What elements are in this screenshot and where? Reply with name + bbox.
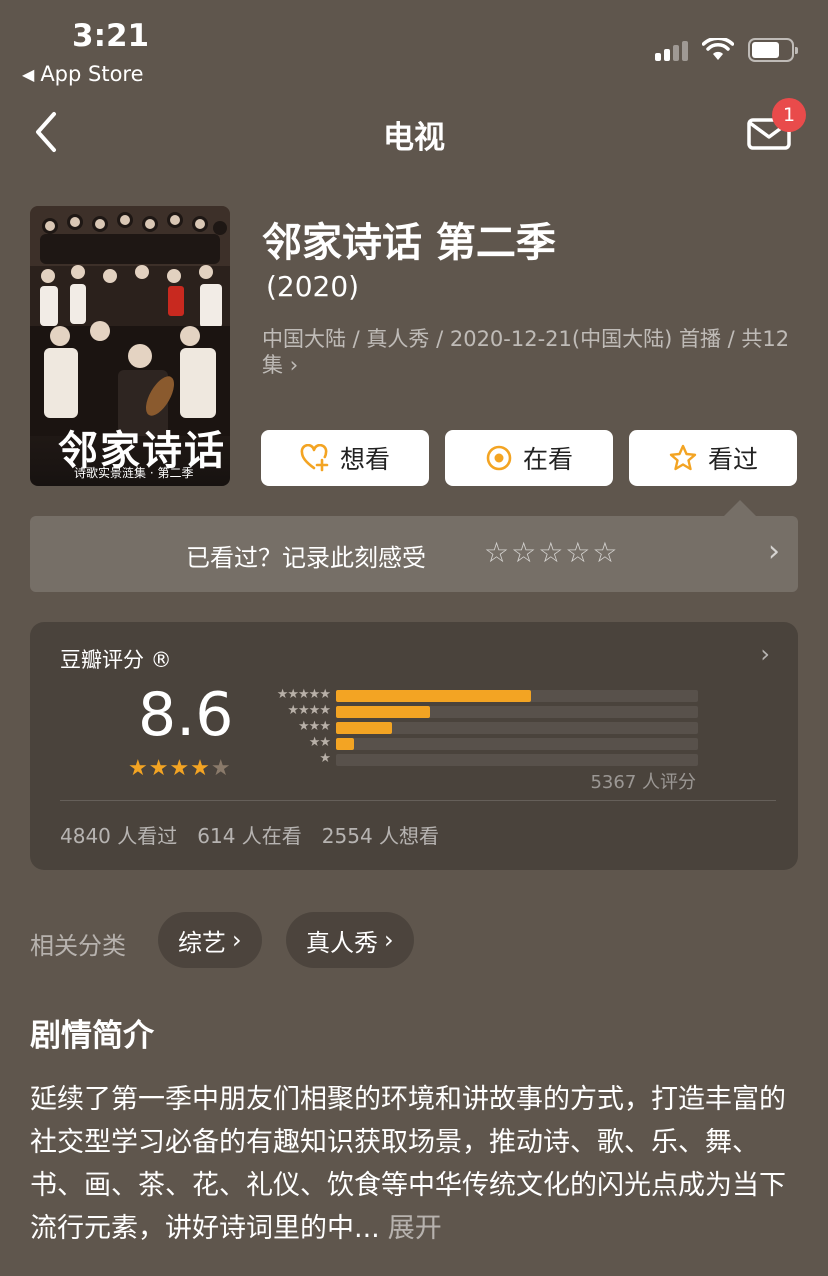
tag-label: 真人秀 [306, 928, 378, 957]
score-label: 豆瓣评分 ® [60, 648, 172, 672]
heart-plus-icon [300, 444, 329, 472]
back-to-app-link[interactable]: ◀ App Store [22, 62, 144, 86]
target-circle-icon [486, 445, 512, 471]
cellular-signal-icon [655, 39, 688, 61]
douban-score-card[interactable]: 豆瓣评分 ® › 8.6 ★★★★★ ★★★★★ ★★★★ ★★★ ★★ ★ 5… [30, 622, 798, 870]
divider [60, 800, 776, 801]
watch-stats: 4840 人看过 614 人在看 2554 人想看 [60, 820, 439, 849]
dist-track-5 [336, 690, 698, 702]
watched-count: 4840 人看过 [60, 824, 178, 848]
watched-button[interactable]: 看过 [629, 430, 797, 486]
rate-stars[interactable]: ☆☆☆☆☆ [484, 536, 620, 569]
score-stars: ★★★★★ [128, 756, 232, 781]
wifi-icon [702, 38, 734, 60]
dist-stars-2: ★★ [308, 735, 331, 750]
want-to-watch-label: 想看 [339, 445, 390, 474]
mail-badge: 1 [772, 98, 806, 132]
chevron-right-icon: › [768, 534, 780, 569]
show-poster[interactable]: 邻家诗话 诗歌实景涟集 · 第二季 [30, 206, 230, 486]
dist-stars-3: ★★★ [298, 719, 331, 734]
synopsis-text: 延续了第一季中朋友们相聚的环境和讲故事的方式，打造丰富的社交型学习必备的有趣知识… [30, 1078, 800, 1250]
category-tag-variety[interactable]: 综艺 › [158, 912, 262, 968]
dist-row-3: ★★★ [256, 719, 698, 734]
status-time: 3:21 [72, 18, 150, 54]
dist-fill-4 [336, 706, 431, 718]
status-indicators [655, 38, 798, 62]
dist-fill-2 [336, 738, 355, 750]
watching-count: 614 人在看 [197, 824, 302, 848]
dist-stars-5: ★★★★★ [276, 687, 331, 702]
poster-subtitle: 诗歌实景涟集 · 第二季 [74, 466, 194, 480]
back-app-label: App Store [40, 62, 144, 86]
rate-prompt-bar[interactable]: 已看过？记录此刻感受 ☆☆☆☆☆ › [30, 500, 798, 592]
dist-track-4 [336, 706, 698, 718]
battery-icon [748, 38, 798, 62]
nav-bar: 电视 1 [0, 98, 828, 164]
back-triangle-icon: ◀ [22, 64, 35, 84]
dist-row-5: ★★★★★ [256, 687, 698, 702]
dist-row-2: ★★ [256, 735, 698, 750]
dist-track-2 [336, 738, 698, 750]
chevron-right-icon: › [232, 926, 242, 954]
score-value: 8.6 [138, 680, 234, 750]
dist-track-3 [336, 722, 698, 734]
score-full-stars: ★★★★ [128, 756, 211, 781]
page-title: 电视 [383, 120, 445, 156]
rate-prompt-text: 已看过？记录此刻感受 [186, 544, 426, 572]
watched-label: 看过 [707, 445, 758, 474]
chevron-right-icon: › [384, 926, 394, 954]
synopsis-title: 剧情简介 [30, 1018, 154, 1054]
show-title: 邻家诗话 第二季 [262, 220, 556, 266]
show-meta-link[interactable]: 中国大陆 / 真人秀 / 2020-12-21(中国大陆) 首播 / 共12集 … [262, 326, 792, 378]
rating-count: 5367 人评分 [590, 772, 696, 793]
dist-track-1 [336, 754, 698, 766]
want-count: 2554 人想看 [321, 824, 440, 848]
dist-row-4: ★★★★ [256, 703, 698, 718]
score-half-star: ★ [210, 756, 232, 781]
watching-label: 在看 [522, 445, 573, 474]
dist-fill-5 [336, 690, 532, 702]
dist-stars-4: ★★★★ [287, 703, 331, 718]
tag-label: 综艺 [178, 928, 226, 957]
category-tag-reality[interactable]: 真人秀 › [286, 912, 414, 968]
want-to-watch-button[interactable]: 想看 [261, 430, 429, 486]
expand-link[interactable]: 展开 [388, 1213, 442, 1244]
show-meta-text: 中国大陆 / 真人秀 / 2020-12-21(中国大陆) 首播 / 共12集 [262, 327, 790, 377]
poster-cast-image [30, 206, 230, 436]
show-year: (2020) [266, 270, 360, 303]
star-outline-icon [669, 444, 697, 471]
dist-stars-1: ★ [319, 751, 331, 766]
dist-fill-3 [336, 722, 393, 734]
watching-button[interactable]: 在看 [445, 430, 613, 486]
chevron-right-icon: › [760, 640, 770, 668]
dist-row-1: ★ [256, 751, 698, 766]
related-categories-label: 相关分类 [30, 932, 126, 960]
chevron-right-icon: › [289, 353, 299, 377]
